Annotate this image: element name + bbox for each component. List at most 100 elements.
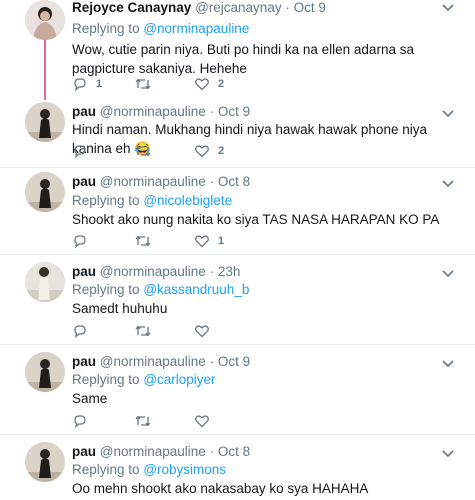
heart-icon xyxy=(195,325,209,338)
reply-button[interactable] xyxy=(72,323,96,339)
divider xyxy=(0,167,475,168)
chevron-down-icon[interactable] xyxy=(441,2,455,12)
user-handle[interactable]: @norminapauline xyxy=(100,104,206,119)
tweet-text: Shookt ako nung nakita ko siya TAS NASA … xyxy=(72,212,440,227)
display-name[interactable]: pau xyxy=(72,264,96,279)
display-name[interactable]: Rejoyce Canaynay xyxy=(72,0,191,15)
replying-to: Replying to @nicolebiglete xyxy=(72,193,232,208)
chevron-down-icon[interactable] xyxy=(441,358,455,368)
replying-to-label: Replying to xyxy=(72,462,140,477)
display-name[interactable]: pau xyxy=(72,444,96,459)
reply-icon xyxy=(74,78,86,92)
tweet-actions xyxy=(72,323,372,343)
reply-icon xyxy=(74,145,86,159)
reply-count: 1 xyxy=(96,78,103,90)
avatar[interactable] xyxy=(25,352,65,392)
retweet-icon xyxy=(135,235,151,247)
replying-to-label: Replying to xyxy=(72,282,140,297)
display-name[interactable]: pau xyxy=(72,174,96,189)
timestamp[interactable]: Oct 8 xyxy=(218,174,250,189)
chevron-down-icon[interactable] xyxy=(441,448,455,458)
mention-link[interactable]: @carlopiyer xyxy=(143,372,215,387)
tweet-text: Wow, cutie parin niya. Buti po hindi ka … xyxy=(72,42,414,76)
like-count: 1 xyxy=(218,235,225,247)
like-count: 2 xyxy=(218,78,225,90)
divider xyxy=(0,344,475,345)
user-handle[interactable]: @norminapauline xyxy=(100,444,206,459)
separator-dot: · xyxy=(209,354,215,369)
retweet-button[interactable] xyxy=(134,143,160,159)
separator-dot: · xyxy=(209,264,215,279)
divider xyxy=(0,434,475,435)
display-name[interactable]: pau xyxy=(72,354,96,369)
retweet-icon xyxy=(135,415,151,427)
tweet-text: Same xyxy=(72,391,108,406)
avatar[interactable] xyxy=(25,172,65,212)
retweet-button[interactable] xyxy=(134,233,160,249)
heart-icon xyxy=(195,235,209,248)
separator-dot: · xyxy=(209,444,215,459)
mention-link[interactable]: @robysimons xyxy=(143,462,226,477)
tweet[interactable]: pau @norminapauline · 23h Replying to @k… xyxy=(0,262,475,342)
mention-link[interactable]: @nicolebiglete xyxy=(143,193,232,208)
retweet-icon xyxy=(135,325,151,337)
timestamp[interactable]: Oct 9 xyxy=(294,0,326,15)
retweet-button[interactable] xyxy=(134,323,160,339)
user-handle[interactable]: @norminapauline xyxy=(100,354,206,369)
like-button[interactable]: 2 xyxy=(194,76,224,92)
reply-button[interactable] xyxy=(72,413,96,429)
timestamp[interactable]: Oct 9 xyxy=(218,354,250,369)
tweet-header: pau @norminapauline · Oct 9 xyxy=(72,354,250,369)
heart-icon xyxy=(195,78,209,91)
avatar[interactable] xyxy=(25,102,65,142)
avatar[interactable] xyxy=(25,0,65,40)
tweet[interactable]: Rejoyce Canaynay @rejcanaynay · Oct 9 Re… xyxy=(0,0,475,100)
tweet[interactable]: pau @norminapauline · Oct 9 Hindi naman.… xyxy=(0,102,475,164)
retweet-button[interactable] xyxy=(134,76,160,92)
like-count: 2 xyxy=(218,145,225,157)
avatar[interactable] xyxy=(25,442,65,482)
like-button[interactable]: 2 xyxy=(194,143,224,159)
retweet-button[interactable] xyxy=(134,413,160,429)
timestamp[interactable]: Oct 8 xyxy=(218,444,250,459)
reply-icon xyxy=(74,235,86,249)
tweet-actions: 1 2 xyxy=(72,76,372,96)
like-button[interactable]: 1 xyxy=(194,233,224,249)
reply-button[interactable]: 1 xyxy=(72,76,102,92)
tweet[interactable]: pau @norminapauline · Oct 8 Replying to … xyxy=(0,442,475,500)
reply-button[interactable] xyxy=(72,233,96,249)
user-handle[interactable]: @norminapauline xyxy=(100,174,206,189)
tweet-actions: 1 xyxy=(72,233,372,253)
reply-button[interactable] xyxy=(72,143,96,159)
tweet-actions: 2 xyxy=(72,143,372,163)
user-handle[interactable]: @rejcanaynay xyxy=(195,0,282,15)
avatar[interactable] xyxy=(25,262,65,302)
like-button[interactable] xyxy=(194,413,218,429)
tweet-header: Rejoyce Canaynay @rejcanaynay · Oct 9 xyxy=(72,0,326,15)
replying-to-label: Replying to xyxy=(72,21,140,36)
timestamp[interactable]: 23h xyxy=(218,264,241,279)
tweet[interactable]: pau @norminapauline · Oct 8 Replying to … xyxy=(0,172,475,252)
separator-dot: · xyxy=(285,0,290,15)
like-button[interactable] xyxy=(194,323,218,339)
mention-link[interactable]: @norminapauline xyxy=(143,21,249,36)
reply-icon xyxy=(74,325,86,339)
display-name[interactable]: pau xyxy=(72,104,96,119)
timestamp[interactable]: Oct 9 xyxy=(218,104,250,119)
user-handle[interactable]: @norminapauline xyxy=(100,264,206,279)
chevron-down-icon[interactable] xyxy=(441,178,455,188)
replying-to-label: Replying to xyxy=(72,193,140,208)
tweet-text: Oo mehn shookt ako nakasabay ko sya HAHA… xyxy=(72,481,369,496)
heart-icon xyxy=(195,145,209,158)
chevron-down-icon[interactable] xyxy=(441,268,455,278)
tweet-header: pau @norminapauline · Oct 8 xyxy=(72,444,250,459)
tweet-text: Samedt huhuhu xyxy=(72,301,168,316)
replying-to: Replying to @robysimons xyxy=(72,462,226,477)
heart-icon xyxy=(195,415,209,428)
chevron-down-icon[interactable] xyxy=(441,108,455,118)
tweet-header: pau @norminapauline · Oct 9 xyxy=(72,104,250,119)
retweet-icon xyxy=(135,145,151,157)
tweet-header: pau @norminapauline · Oct 8 xyxy=(72,174,250,189)
tweet[interactable]: pau @norminapauline · Oct 9 Replying to … xyxy=(0,352,475,432)
mention-link[interactable]: @kassandruuh_b xyxy=(143,282,249,297)
